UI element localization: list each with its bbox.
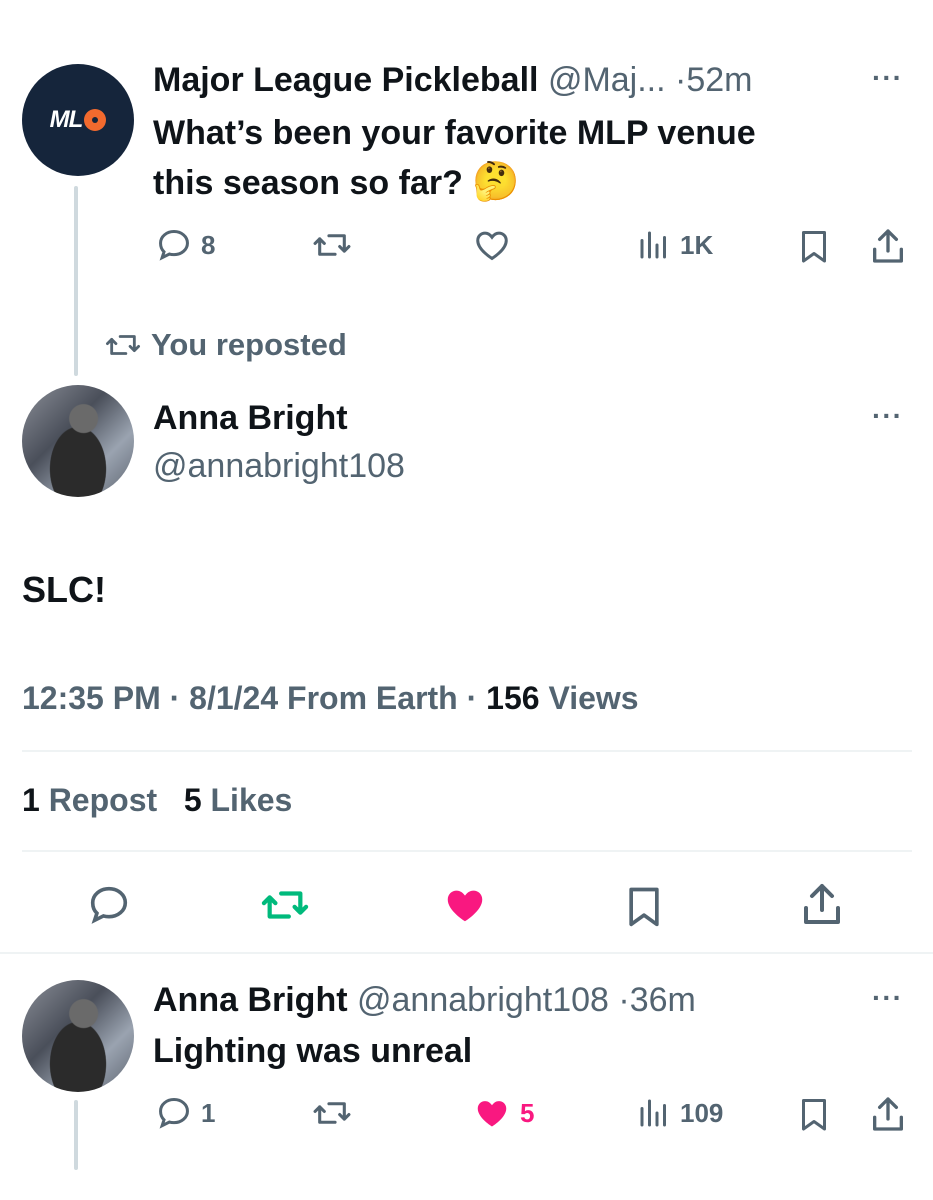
author-name[interactable]: Anna Bright [153, 981, 348, 1019]
tweet-text-line2: this season so far? [153, 164, 463, 202]
main-tweet-text: SLC! [22, 569, 106, 610]
views-button[interactable]: 109 [636, 1094, 723, 1132]
parent-tweet-text-line2: this season so far? 🤔 [153, 157, 520, 208]
tweet-time[interactable]: 36m [630, 981, 696, 1019]
share-icon [873, 229, 903, 263]
divider [22, 750, 912, 752]
likes-label: Likes [210, 782, 293, 818]
share-icon [873, 1097, 903, 1131]
anna-avatar[interactable] [22, 385, 134, 497]
like-button[interactable] [441, 882, 489, 928]
share-button[interactable] [868, 226, 908, 266]
views-label: Views [548, 680, 639, 716]
main-author-handle[interactable]: @annabright108 [153, 446, 405, 486]
tweet-time[interactable]: 52m [686, 61, 752, 99]
more-options-icon[interactable]: ··· [872, 982, 903, 1014]
repost-count-link[interactable]: 1 Repost [22, 782, 157, 818]
reply-button[interactable] [86, 882, 132, 928]
more-options-icon[interactable]: ··· [872, 62, 903, 94]
share-button[interactable] [868, 1094, 908, 1134]
reply-tweet-text: Lighting was unreal [153, 1032, 473, 1070]
views-count: 109 [680, 1097, 724, 1128]
likes-count-link[interactable]: 5 Likes [184, 782, 293, 818]
like-button[interactable]: 5 [472, 1094, 534, 1132]
bookmark-button[interactable] [796, 1094, 832, 1134]
pickleball-icon [84, 109, 107, 131]
repost-label: You reposted [151, 327, 347, 362]
bookmark-button[interactable] [622, 882, 666, 930]
tweet-source: From Earth [287, 680, 458, 716]
repost-label: Repost [48, 782, 158, 818]
reply-icon [90, 886, 128, 924]
reply-count: 8 [201, 229, 216, 260]
repost-banner: You reposted [103, 327, 347, 363]
tweet-time[interactable]: 12:35 PM [22, 680, 161, 716]
reply-tweet-header: Anna Bright @annabright108 ·36m [153, 980, 696, 1020]
thread-line-top [74, 186, 78, 376]
more-options-icon[interactable]: ··· [872, 400, 903, 432]
separator-dot: · [675, 61, 687, 99]
author-name[interactable]: Major League Pickleball [153, 61, 538, 99]
bookmark-icon [802, 231, 826, 263]
reply-button[interactable]: 8 [155, 226, 215, 264]
like-count: 5 [520, 1097, 535, 1128]
divider [0, 952, 933, 954]
author-handle[interactable]: @annabright108 [357, 981, 609, 1019]
repost-count: 1 [22, 782, 40, 818]
mlp-logo: ML [50, 106, 107, 134]
anna-avatar[interactable] [22, 980, 134, 1092]
separator-dot: · [618, 981, 630, 1019]
retweet-button[interactable] [312, 226, 352, 264]
views-icon [640, 231, 666, 259]
heart-filled-icon [477, 1101, 507, 1127]
thread-line-bottom [74, 1100, 78, 1170]
mlp-avatar[interactable]: ML [22, 64, 134, 176]
retweet-icon [261, 891, 309, 919]
views-count: 1K [680, 229, 714, 260]
bookmark-button[interactable] [796, 226, 832, 266]
share-button[interactable] [798, 880, 846, 928]
likes-count: 5 [183, 782, 202, 818]
engagement-counts: 1 Repost 5 Likes [22, 782, 292, 819]
views-button[interactable]: 1K [636, 226, 713, 264]
reply-icon [159, 230, 189, 261]
author-handle[interactable]: @Maj... [548, 61, 666, 99]
retweet-icon [313, 1102, 351, 1124]
parent-tweet-text-line1: What’s been your favorite MLP venue [153, 114, 756, 152]
bookmark-icon [629, 887, 659, 927]
thinking-emoji: 🤔 [472, 161, 520, 203]
like-button[interactable] [472, 226, 512, 264]
retweet-icon [105, 335, 140, 355]
parent-tweet-header: Major League Pickleball @Maj... ·52m [153, 60, 753, 100]
divider [22, 850, 912, 852]
views-icon [640, 1099, 666, 1127]
heart-icon [476, 231, 508, 261]
tweet-date[interactable]: 8/1/24 [189, 680, 278, 716]
reply-icon [159, 1098, 189, 1129]
separator-dot: · [466, 680, 478, 716]
tweet-meta: 12:35 PM · 8/1/24 From Earth · 156 Views [22, 680, 639, 717]
retweet-icon [313, 234, 351, 256]
separator-dot: · [169, 680, 181, 716]
bookmark-icon [802, 1099, 826, 1131]
views-count: 156 [486, 680, 540, 716]
share-icon [804, 884, 840, 924]
heart-filled-icon [447, 890, 483, 922]
reply-count: 1 [201, 1097, 216, 1128]
reply-button[interactable]: 1 [155, 1094, 215, 1132]
main-author-name[interactable]: Anna Bright [153, 398, 348, 438]
retweet-button[interactable] [312, 1094, 352, 1132]
retweet-button[interactable] [260, 882, 310, 928]
